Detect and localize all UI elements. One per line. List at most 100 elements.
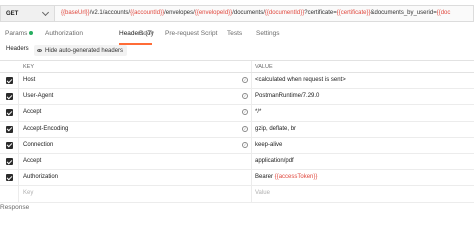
hide-auto-generated-headers-button[interactable]: Hide auto-generated headers — [34, 45, 128, 56]
check-cell — [0, 170, 19, 186]
enabled-checkbox[interactable] — [5, 158, 13, 166]
url-variable: {{doc — [436, 10, 451, 16]
table-row: Accept application/pdf — [0, 153, 474, 171]
url-bar: GET {{baseUrl}}/v2.1/accounts/{{accountI… — [0, 5, 474, 22]
enabled-checkbox[interactable] — [5, 141, 13, 149]
header-key[interactable]: Authorization — [23, 174, 58, 180]
column-divider — [251, 170, 252, 186]
table-row: Accept-Encoding i gzip, deflate, br — [0, 121, 474, 138]
tab-label: Pre-request Script — [165, 30, 218, 37]
tab-settings[interactable]: Settings — [256, 30, 280, 37]
empty-check-cell — [0, 186, 19, 202]
value-variable: {{accessToken}} — [274, 174, 318, 181]
column-divider — [251, 186, 252, 202]
header-value[interactable]: application/pdf — [255, 158, 294, 164]
table-row: Connection i keep-alive — [0, 137, 474, 154]
check-cell — [0, 89, 19, 105]
column-header-key: KEY — [23, 64, 35, 70]
url-variable: {{accountId}} — [130, 10, 165, 16]
value-text: <calculated when request is sent> — [255, 77, 346, 83]
enabled-checkbox[interactable] — [5, 174, 13, 182]
url-segment: /documents/ — [232, 10, 265, 16]
tab-tests[interactable]: Tests — [227, 30, 242, 37]
info-icon[interactable]: i — [242, 141, 248, 148]
hide-auto-generated-label: Hide auto-generated headers — [45, 47, 124, 54]
request-tabs: Params Authorization Headers (7) Body Pre-re… — [0, 27, 474, 45]
url-segment: /v2.1/accounts/ — [89, 10, 131, 16]
tab-label: Tests — [227, 30, 243, 37]
tab-authorization[interactable]: Authorization — [45, 30, 83, 37]
tab-label: Body — [139, 30, 154, 37]
tab-label: Authorization — [45, 30, 83, 37]
column-divider — [251, 61, 252, 72]
table-header: KEY VALUE — [0, 60, 474, 73]
header-key[interactable]: Accept-Encoding — [23, 126, 68, 132]
column-divider — [251, 73, 252, 89]
info-icon[interactable]: i — [242, 125, 248, 132]
check-cell — [0, 153, 19, 170]
chevron-down-icon — [41, 8, 50, 16]
enabled-checkbox[interactable] — [5, 93, 13, 101]
check-cell — [0, 105, 19, 121]
status-dot-icon — [29, 31, 34, 36]
check-cell — [0, 137, 19, 153]
column-divider — [251, 137, 252, 153]
headers-subbar: Headers Hide auto-generated headers — [0, 44, 474, 57]
tab-pre-request-script[interactable]: Pre-request Script — [165, 30, 217, 37]
headers-table: KEY VALUE Host i <calculated when request … — [0, 60, 474, 203]
value-input[interactable]: Value — [255, 190, 270, 196]
tab-label: Params — [5, 30, 28, 37]
url-variable: {{certificate}} — [336, 10, 371, 16]
header-key[interactable]: Accept — [23, 109, 41, 115]
table-row: User-Agent i PostmanRuntime/7.29.0 — [0, 89, 474, 106]
table-row: Authorization Bearer {{accessToken}} — [0, 170, 474, 187]
method-dropdown[interactable]: GET — [0, 5, 54, 22]
value-text: gzip, deflate, br — [255, 125, 297, 132]
header-value[interactable]: PostmanRuntime/7.29.0 — [255, 93, 319, 99]
url-segment: /envelopes/ — [164, 10, 195, 16]
enabled-checkbox[interactable] — [5, 77, 13, 85]
column-header-value: VALUE — [255, 64, 273, 70]
value-text: */* — [255, 109, 262, 116]
response-section-label[interactable]: Response — [0, 204, 29, 211]
url-variable: {{baseUrl}} — [61, 10, 90, 16]
value-text: keep-alive — [255, 141, 283, 148]
tab-params[interactable]: Params — [5, 30, 34, 37]
table-row-new: Key Value — [0, 186, 474, 203]
header-value[interactable]: */* — [255, 109, 261, 115]
info-icon[interactable]: i — [242, 109, 248, 116]
column-divider — [251, 89, 252, 105]
tab-label: Settings — [256, 30, 280, 37]
value-text: application/pdf — [255, 157, 294, 164]
url-variable: {{documentId}} — [264, 10, 305, 16]
url-segment: ?certificate= — [304, 10, 337, 16]
header-value[interactable]: keep-alive — [255, 142, 282, 148]
info-icon[interactable]: i — [242, 93, 248, 100]
table-row: Accept i */* — [0, 105, 474, 122]
header-key[interactable]: User-Agent — [23, 93, 53, 99]
column-divider — [251, 121, 252, 137]
url-variable: {{envelopeId}} — [194, 10, 233, 16]
header-key[interactable]: Connection — [23, 142, 53, 148]
value-text: PostmanRuntime/7.29.0 — [255, 93, 320, 100]
check-cell — [0, 121, 19, 137]
table-row: Host i <calculated when request is sent> — [0, 73, 474, 90]
tab-body[interactable]: Body — [139, 30, 154, 37]
header-value[interactable]: Bearer {{accessToken}} — [255, 174, 317, 180]
header-value[interactable]: gzip, deflate, br — [255, 126, 296, 132]
key-input[interactable]: Key — [23, 190, 33, 196]
info-icon[interactable]: i — [242, 77, 248, 83]
value-text: Bearer — [255, 174, 275, 181]
check-cell — [0, 73, 19, 89]
url-segment: &documents_by_userid= — [370, 10, 437, 16]
enabled-checkbox[interactable] — [5, 125, 13, 133]
header-key[interactable]: Host — [23, 77, 35, 83]
headers-title: Headers — [6, 46, 29, 52]
eye-icon — [37, 49, 42, 52]
column-divider — [251, 105, 252, 121]
header-value[interactable]: <calculated when request is sent> — [255, 77, 346, 83]
column-divider — [251, 153, 252, 170]
url-input[interactable]: {{baseUrl}}/v2.1/accounts/{{accountId}}/… — [54, 5, 474, 22]
header-key[interactable]: Accept — [23, 158, 41, 164]
enabled-checkbox[interactable] — [5, 109, 13, 117]
